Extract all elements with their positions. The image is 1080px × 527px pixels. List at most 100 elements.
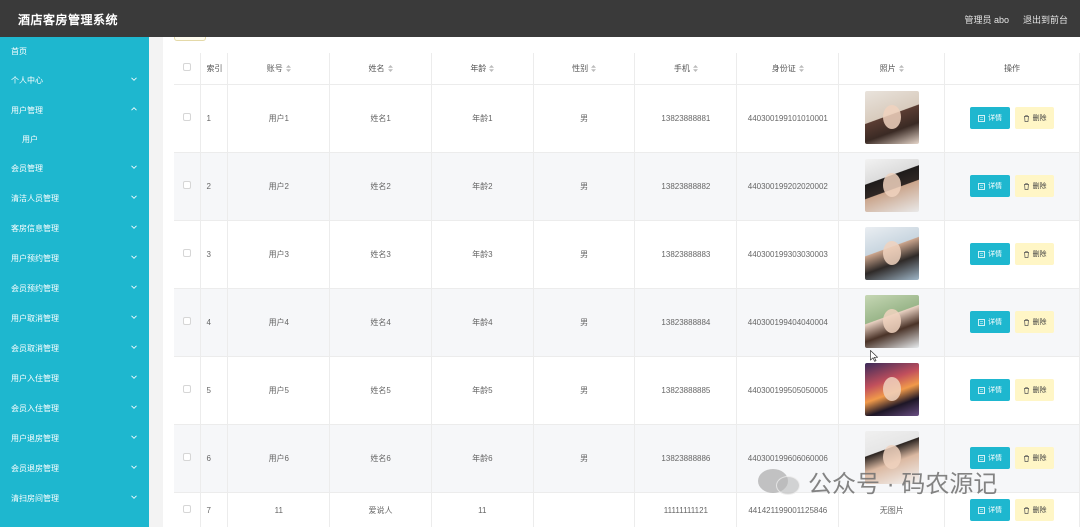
sidebar-item-member-checkout[interactable]: 会员退房管理 <box>0 453 149 483</box>
row-checkbox[interactable] <box>183 505 192 513</box>
table-row[interactable]: 3 用户3 姓名3 年龄3 男 13823888883 440300199303… <box>174 220 1080 289</box>
detail-button[interactable]: 详情 <box>970 311 1011 333</box>
detail-icon <box>978 182 985 190</box>
sidebar-item-user-booking[interactable]: 用户预约管理 <box>0 243 149 273</box>
sidebar-item-personal-center[interactable]: 个人中心 <box>0 65 149 95</box>
table-row[interactable]: 4 用户4 姓名4 年龄4 男 13823888884 440300199404… <box>174 288 1080 357</box>
sidebar-item-label: 会员管理 <box>11 163 43 173</box>
row-checkbox[interactable] <box>183 385 192 393</box>
select-all-checkbox[interactable] <box>183 63 192 72</box>
cell-age: 年龄2 <box>431 152 534 221</box>
sidebar-item-room-info[interactable]: 客房信息管理 <box>0 213 149 243</box>
column-header-id-card[interactable]: 身份证 <box>736 53 840 85</box>
detail-button[interactable]: 详情 <box>970 379 1011 401</box>
sidebar-item-member-management[interactable]: 会员管理 <box>0 153 149 183</box>
delete-button[interactable]: 删除 <box>1015 243 1055 265</box>
sidebar-item-cleaner-management[interactable]: 清洁人员管理 <box>0 183 149 213</box>
delete-button[interactable]: 删除 <box>1015 311 1055 333</box>
user-photo[interactable] <box>864 294 919 348</box>
back-to-frontend-link[interactable]: 退出到前台 <box>1023 13 1068 26</box>
delete-button[interactable]: 删除 <box>1015 175 1055 197</box>
table-card: 索引 账号 姓名 年龄 性别 手机 身份证 照片 操作 1 用户1 姓名1 年龄… <box>163 37 1080 527</box>
column-header-label: 性别 <box>572 63 589 73</box>
sidebar-item-users[interactable]: 用户 <box>0 125 149 153</box>
cell-gender: 男 <box>533 220 636 289</box>
detail-label: 详情 <box>988 387 1003 394</box>
cell-actions: 详情 删除 <box>944 220 1080 289</box>
detail-button[interactable]: 详情 <box>970 499 1011 521</box>
cell-gender: 男 <box>533 424 636 493</box>
detail-icon <box>978 114 985 122</box>
sort-icon <box>387 65 393 73</box>
sidebar-item-member-cancel[interactable]: 会员取消管理 <box>0 333 149 363</box>
chevron-down-icon <box>131 76 137 82</box>
row-checkbox[interactable] <box>183 317 192 325</box>
delete-button[interactable]: 删除 <box>1015 447 1055 469</box>
cell-id-card: 441421199001125846 <box>736 492 840 527</box>
table-row[interactable]: 7 11 爱说人 11 11111111121 4414211990011258… <box>174 492 1080 527</box>
column-header-label: 手机 <box>673 63 690 73</box>
detail-button[interactable]: 详情 <box>970 243 1011 265</box>
row-select-cell <box>174 356 202 425</box>
table-row[interactable]: 1 用户1 姓名1 年龄1 男 13823888881 440300199101… <box>174 84 1080 153</box>
column-header-age[interactable]: 年龄 <box>431 53 534 85</box>
table-row[interactable]: 2 用户2 姓名2 年龄2 男 13823888882 440300199202… <box>174 152 1080 221</box>
toolbar-button-partial[interactable] <box>174 37 206 41</box>
column-header-label: 账号 <box>266 63 283 73</box>
cell-gender: 男 <box>533 152 636 221</box>
sidebar-item-member-booking[interactable]: 会员预约管理 <box>0 273 149 303</box>
detail-button[interactable]: 详情 <box>970 447 1011 469</box>
row-checkbox[interactable] <box>183 113 192 121</box>
cell-actions: 详情 删除 <box>944 424 1080 493</box>
cell-index: 7 <box>200 492 229 527</box>
cell-actions: 详情 删除 <box>944 492 1080 527</box>
table-row[interactable]: 5 用户5 姓名5 年龄5 男 13823888885 440300199505… <box>174 356 1080 425</box>
user-photo[interactable] <box>864 158 919 212</box>
chevron-down-icon <box>131 404 137 410</box>
delete-label: 删除 <box>1032 455 1047 462</box>
user-photo[interactable] <box>864 430 919 484</box>
sidebar-item-room-cleaning[interactable]: 清扫房间管理 <box>0 483 149 513</box>
detail-button[interactable]: 详情 <box>970 107 1011 129</box>
sidebar-item-user-checkin[interactable]: 用户入住管理 <box>0 363 149 393</box>
sidebar-item-member-checkin[interactable]: 会员入住管理 <box>0 393 149 423</box>
column-header-name[interactable]: 姓名 <box>329 53 432 85</box>
sidebar-item-label: 用户退房管理 <box>11 433 59 443</box>
chevron-down-icon <box>131 284 137 290</box>
column-header-account[interactable]: 账号 <box>227 53 331 85</box>
chevron-down-icon <box>131 164 137 170</box>
row-checkbox[interactable] <box>183 453 192 461</box>
sidebar-item-label: 用户取消管理 <box>11 313 59 323</box>
delete-button[interactable]: 删除 <box>1015 379 1055 401</box>
cell-name: 姓名4 <box>329 288 432 357</box>
sidebar-item-user-checkout[interactable]: 用户退房管理 <box>0 423 149 453</box>
user-photo[interactable] <box>864 362 919 416</box>
sidebar-item-user-management[interactable]: 用户管理 <box>0 95 149 125</box>
user-photo[interactable] <box>864 226 919 280</box>
table-row[interactable]: 6 用户6 姓名6 年龄6 男 13823888886 440300199606… <box>174 424 1080 493</box>
cell-account: 用户5 <box>227 356 331 425</box>
cell-photo <box>838 84 946 153</box>
cell-phone: 13823888886 <box>634 424 738 493</box>
select-all-cell <box>174 53 202 85</box>
detail-button[interactable]: 详情 <box>970 175 1011 197</box>
sidebar: 首页 个人中心 用户管理 用户 会员管理 清洁人员管理 客房信息管理 用户预约管… <box>0 37 149 527</box>
sidebar-item-home[interactable]: 首页 <box>0 37 149 65</box>
detail-icon <box>978 506 985 514</box>
column-header-photo[interactable]: 照片 <box>838 53 946 85</box>
row-checkbox[interactable] <box>183 181 192 189</box>
cell-id-card: 440300199303030003 <box>736 220 840 289</box>
row-checkbox[interactable] <box>183 249 192 257</box>
delete-button[interactable]: 删除 <box>1015 107 1055 129</box>
column-header-phone[interactable]: 手机 <box>634 53 738 85</box>
chevron-down-icon <box>131 344 137 350</box>
sidebar-item-user-cancel[interactable]: 用户取消管理 <box>0 303 149 333</box>
row-select-cell <box>174 152 202 221</box>
user-photo[interactable] <box>864 90 919 144</box>
column-header-gender[interactable]: 性别 <box>533 53 636 85</box>
cell-account: 用户3 <box>227 220 331 289</box>
delete-button[interactable]: 删除 <box>1015 499 1055 521</box>
cell-index: 5 <box>200 356 229 425</box>
top-header: 酒店客房管理系统 管理员 abo 退出到前台 <box>0 0 1080 37</box>
row-select-cell <box>174 220 202 289</box>
